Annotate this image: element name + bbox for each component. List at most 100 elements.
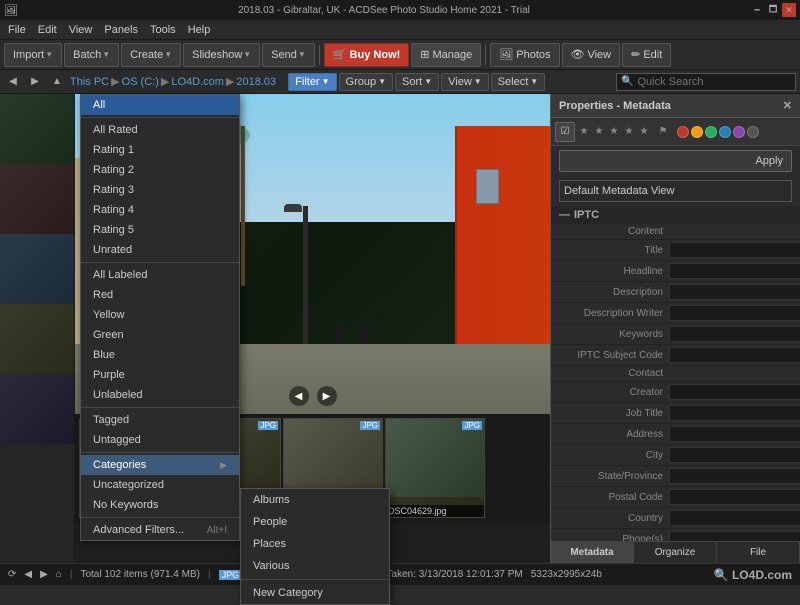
nav-forward-button[interactable]: ▶ [26,73,44,91]
menu-panels[interactable]: Panels [98,22,144,38]
nav-up-button[interactable]: ▲ [48,73,66,91]
import-button[interactable]: Import ▼ [4,43,62,67]
color-red-button[interactable] [677,126,689,138]
left-thumb-3[interactable] [0,234,74,304]
props-checkbox[interactable]: ☑ [555,122,575,142]
filter-red[interactable]: Red [81,285,239,305]
close-button[interactable]: ✕ [782,3,796,17]
iptc-jobtitle-input[interactable] [669,405,800,421]
tab-organize[interactable]: Organize [634,542,717,563]
filter-all-rated[interactable]: All Rated [81,120,239,140]
edit-button[interactable]: ✏ Edit [622,43,671,67]
left-thumb-4[interactable] [0,304,74,374]
filter-rating-3[interactable]: Rating 3 [81,180,239,200]
create-button[interactable]: Create ▼ [121,43,181,67]
status-home[interactable]: ⌂ [56,569,62,580]
sort-button[interactable]: Sort ▼ [395,73,439,91]
tab-file[interactable]: File [717,542,800,563]
filter-green[interactable]: Green [81,325,239,345]
quick-search-input[interactable] [637,76,791,88]
iptc-phone-input[interactable] [669,531,800,541]
filter-blue[interactable]: Blue [81,345,239,365]
subcat-places[interactable]: Places [241,533,389,555]
filter-rating-1[interactable]: Rating 1 [81,140,239,160]
view-mode-button[interactable]: View ▼ [441,73,489,91]
star-1-button[interactable]: ★ [577,125,591,139]
filter-all[interactable]: All [81,95,239,115]
filter-rating-5[interactable]: Rating 5 [81,220,239,240]
subcat-people[interactable]: People [241,511,389,533]
star-4-button[interactable]: ★ [622,125,636,139]
filter-advanced[interactable]: Advanced Filters... Alt+I [81,520,239,540]
tab-metadata[interactable]: Metadata [551,542,634,563]
menu-view[interactable]: View [63,22,99,38]
left-thumb-2[interactable] [0,164,74,234]
batch-button[interactable]: Batch ▼ [64,43,119,67]
prev-image-button[interactable]: ◀ [289,386,309,406]
iptc-description-input[interactable] [669,284,800,300]
filter-unlabeled[interactable]: Unlabeled [81,385,239,405]
properties-close-button[interactable]: ✕ [783,99,792,112]
subcat-albums[interactable]: Albums [241,489,389,511]
filter-tagged[interactable]: Tagged [81,410,239,430]
iptc-desc-writer-input[interactable] [669,305,800,321]
next-image-button[interactable]: ▶ [317,386,337,406]
color-yellow-button[interactable] [691,126,703,138]
menu-tools[interactable]: Tools [144,22,182,38]
iptc-subject-input[interactable] [669,347,800,363]
minimize-button[interactable]: 🗕 [750,3,764,17]
color-blue-button[interactable] [719,126,731,138]
breadcrumb-thispc[interactable]: This PC [70,76,109,88]
subcat-various[interactable]: Various [241,555,389,577]
apply-button[interactable]: Apply [559,150,792,172]
iptc-section-header[interactable]: — IPTC [551,206,800,224]
filter-rating-2[interactable]: Rating 2 [81,160,239,180]
filter-button[interactable]: Filter ▼ [288,73,336,91]
iptc-title-input[interactable] [669,242,800,258]
nav-fwd-status[interactable]: ▶ [40,569,48,580]
menu-help[interactable]: Help [182,22,217,38]
breadcrumb-lo4d[interactable]: LO4D.com [171,76,224,88]
maximize-button[interactable]: 🗖 [766,3,780,17]
send-button[interactable]: Send ▼ [262,43,315,67]
iptc-headline-input[interactable] [669,263,800,279]
nav-back-button[interactable]: ◀ [4,73,22,91]
iptc-creator-input[interactable] [669,384,800,400]
color-none-button[interactable] [747,126,759,138]
menu-file[interactable]: File [2,22,32,38]
select-button[interactable]: Select ▼ [491,73,546,91]
left-thumb-5[interactable] [0,374,74,444]
left-thumb-1[interactable] [0,94,74,164]
filter-yellow[interactable]: Yellow [81,305,239,325]
quick-search-box[interactable]: 🔍 [616,73,796,91]
props-flag-icon[interactable]: ⚑ [653,122,673,142]
metadata-view-select[interactable]: Default Metadata View [559,180,792,202]
filter-uncategorized[interactable]: Uncategorized [81,475,239,495]
filter-untagged[interactable]: Untagged [81,430,239,450]
iptc-country-input[interactable] [669,510,800,526]
view-button[interactable]: 👁 View [562,43,621,67]
star-3-button[interactable]: ★ [607,125,621,139]
nav-refresh[interactable]: ⟳ [8,569,16,580]
filter-purple[interactable]: Purple [81,365,239,385]
nav-back-status[interactable]: ◀ [24,569,32,580]
group-button[interactable]: Group ▼ [339,73,394,91]
filter-rating-4[interactable]: Rating 4 [81,200,239,220]
filter-categories[interactable]: Categories ▶ [81,455,239,475]
star-2-button[interactable]: ★ [592,125,606,139]
photos-button[interactable]: 🖼 Photos [490,43,559,67]
filter-all-labeled[interactable]: All Labeled [81,265,239,285]
iptc-state-input[interactable] [669,468,800,484]
color-green-button[interactable] [705,126,717,138]
iptc-city-input[interactable] [669,447,800,463]
manage-button[interactable]: ⊞ Manage [411,43,481,67]
breadcrumb-date[interactable]: 2018.03 [236,76,276,88]
filter-no-keywords[interactable]: No Keywords [81,495,239,515]
thumb-cell-4[interactable]: JPG DSC04629.jpg [385,418,485,518]
breadcrumb-osc[interactable]: OS (C:) [122,76,159,88]
iptc-address-input[interactable] [669,426,800,442]
filter-unrated[interactable]: Unrated [81,240,239,260]
iptc-keywords-input[interactable] [669,326,800,342]
subcat-new-category[interactable]: New Category [241,582,389,604]
slideshow-button[interactable]: Slideshow ▼ [183,43,260,67]
